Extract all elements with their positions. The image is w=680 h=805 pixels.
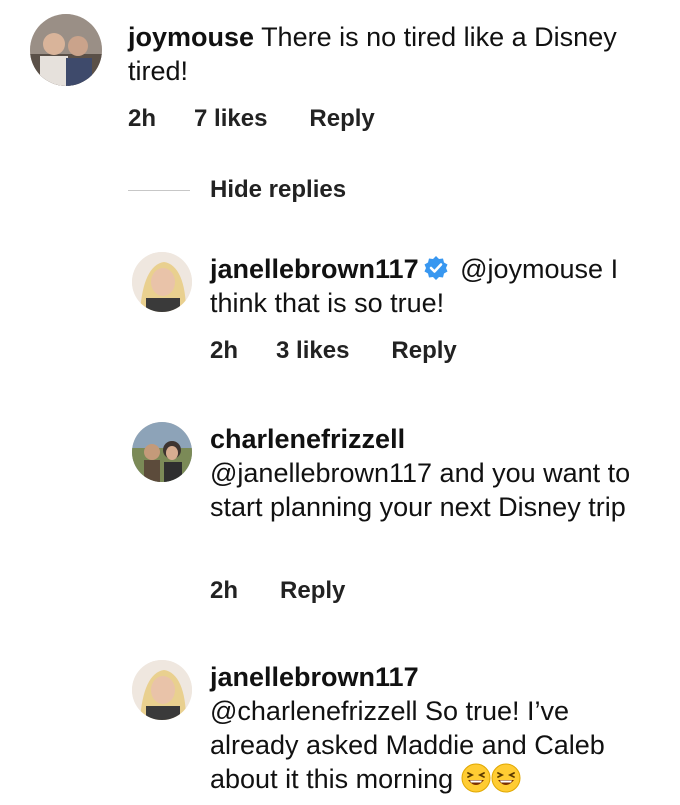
comment-likes[interactable]: 7 likes (194, 105, 267, 133)
hide-replies-button[interactable]: Hide replies (128, 176, 346, 204)
comment-time: 2h (128, 105, 157, 132)
grinning-squinting-face-icon (461, 763, 491, 793)
comment-username[interactable]: janellebrown117 (210, 254, 419, 284)
reply-button[interactable]: Reply (280, 577, 345, 605)
avatar-photo-icon (132, 422, 192, 482)
comment-time: 2h (210, 577, 239, 604)
avatar-photo-icon (30, 14, 102, 86)
grinning-squinting-face-icon (491, 763, 521, 793)
comment-username[interactable]: joymouse (128, 22, 254, 52)
comment-text: @janellebrown117 and you want to start p… (210, 458, 631, 522)
reply-button[interactable]: Reply (391, 337, 456, 365)
comment-likes[interactable]: 3 likes (276, 337, 349, 365)
hide-replies-label: Hide replies (210, 176, 347, 203)
verified-badge-icon (424, 256, 448, 280)
hide-replies-divider (128, 189, 190, 191)
avatar-charlenefrizzell[interactable] (132, 422, 192, 482)
comment-time: 2h (210, 337, 239, 364)
comment-username[interactable]: janellebrown117 (210, 660, 660, 694)
avatar-photo-icon (132, 252, 192, 312)
avatar-photo-icon (132, 660, 192, 720)
avatar-janellebrown117[interactable] (132, 252, 192, 312)
avatar-janellebrown117[interactable] (132, 660, 192, 720)
reply-button[interactable]: Reply (309, 105, 374, 133)
comment-username[interactable]: charlenefrizzell (210, 422, 660, 456)
avatar-joymouse[interactable] (30, 14, 102, 86)
comment-text: @charlenefrizzell So true! I’ve already … (210, 696, 605, 794)
